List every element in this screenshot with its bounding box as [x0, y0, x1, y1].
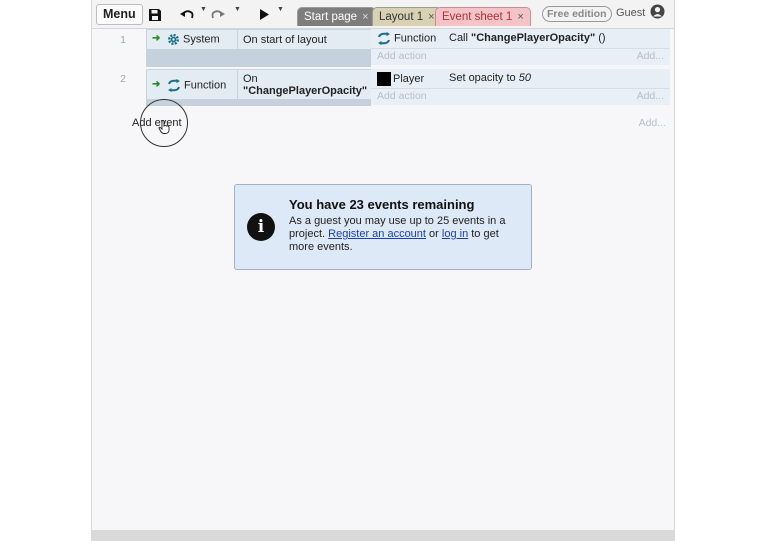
condition-object: Function — [167, 79, 226, 92]
action-text-function-name: "ChangePlayerOpacity" — [471, 32, 596, 44]
add-action-row: Add action Add... — [371, 49, 670, 65]
event-number: 2 — [120, 73, 126, 85]
login-link[interactable]: log in — [442, 228, 468, 240]
add-more-link[interactable]: Add... — [637, 90, 664, 102]
tab-event-sheet-1[interactable]: Event sheet 1 × — [435, 7, 531, 26]
action-text: Set opacity to 50 — [449, 72, 531, 84]
trigger-arrow-icon: ➜ — [152, 79, 161, 90]
function-icon — [378, 32, 390, 45]
event-condition[interactable]: ➜ System On start of layout — [146, 29, 373, 50]
function-icon — [168, 79, 180, 92]
undo-dropdown-icon[interactable]: ▼ — [200, 6, 207, 13]
register-link[interactable]: Register an account — [328, 228, 426, 240]
action-text: Call "ChangePlayerOpacity" () — [449, 32, 606, 44]
event-number: 1 — [120, 34, 126, 46]
tab-layout-1[interactable]: Layout 1 × — [372, 7, 442, 26]
play-dropdown-icon[interactable]: ▼ — [277, 6, 284, 13]
redo-icon[interactable] — [210, 4, 226, 23]
add-action-link[interactable]: Add action — [377, 90, 427, 102]
action-text-prefix: Set opacity to — [449, 72, 519, 84]
action-row[interactable]: Player Set opacity to 50 — [371, 69, 670, 89]
divider — [237, 70, 238, 99]
condition-text: On "ChangePlayerOpacity" — [243, 73, 367, 97]
undo-icon[interactable] — [179, 4, 195, 23]
events-remaining-notice: i You have 23 events remaining As a gues… — [234, 184, 532, 270]
action-object: Player — [377, 72, 424, 86]
tab-label: Event sheet 1 — [442, 11, 513, 23]
status-bar — [92, 530, 674, 541]
close-icon[interactable]: × — [362, 11, 368, 23]
add-more-link[interactable]: Add... — [637, 50, 664, 62]
user-name[interactable]: Guest — [616, 6, 645, 20]
action-text-suffix: () — [595, 32, 606, 44]
action-object: Function — [377, 32, 436, 45]
action-text-value: 50 — [518, 72, 531, 84]
main-toolbar: Menu ▼ ▼ ▼ Start page × Layout 1 × Event… — [92, 0, 674, 29]
condition-text-line1: On — [243, 73, 258, 85]
condition-object-name: System — [183, 33, 220, 46]
notice-body: As a guest you may use up to 25 events i… — [289, 215, 521, 254]
close-icon[interactable]: × — [428, 11, 434, 23]
event-sheet[interactable]: 1 ➜ System On start of layout Function C… — [92, 29, 674, 541]
tab-start-page[interactable]: Start page × — [297, 7, 376, 26]
add-action-link[interactable]: Add action — [377, 50, 427, 62]
player-sprite-icon — [377, 72, 391, 86]
gear-icon — [168, 34, 179, 45]
event-condition-area[interactable] — [146, 49, 371, 67]
save-icon[interactable] — [148, 4, 162, 23]
tab-label: Start page — [304, 11, 358, 23]
menu-button[interactable]: Menu — [96, 4, 143, 25]
info-icon: i — [247, 213, 275, 241]
user-account-icon[interactable] — [650, 4, 665, 19]
action-row[interactable]: Function Call "ChangePlayerOpacity" () — [371, 29, 670, 49]
action-text-prefix: Call — [449, 32, 472, 44]
redo-dropdown-icon[interactable]: ▼ — [234, 6, 241, 13]
event-condition[interactable]: ➜ Function On "ChangePlayerOpacity" — [146, 69, 373, 100]
notice-title: You have 23 events remaining — [289, 197, 475, 212]
add-more-link[interactable]: Add... — [639, 117, 666, 129]
close-icon[interactable]: × — [517, 11, 523, 23]
divider — [237, 30, 238, 49]
add-action-row: Add action Add... — [371, 89, 670, 105]
condition-text-line2: "ChangePlayerOpacity" — [243, 85, 368, 97]
notice-text: or — [425, 228, 442, 240]
play-icon[interactable] — [258, 4, 270, 23]
free-edition-badge[interactable]: Free edition — [542, 6, 612, 22]
condition-text: On start of layout — [243, 34, 327, 46]
action-object-name: Function — [394, 32, 437, 45]
construct-editor: Menu ▼ ▼ ▼ Start page × Layout 1 × Event… — [91, 0, 675, 541]
condition-object: System — [167, 33, 220, 46]
action-object-name: Player — [393, 72, 425, 85]
tab-label: Layout 1 — [379, 11, 424, 23]
trigger-arrow-icon: ➜ — [152, 33, 161, 44]
hand-cursor-icon — [158, 120, 170, 134]
condition-object-name: Function — [184, 79, 227, 92]
